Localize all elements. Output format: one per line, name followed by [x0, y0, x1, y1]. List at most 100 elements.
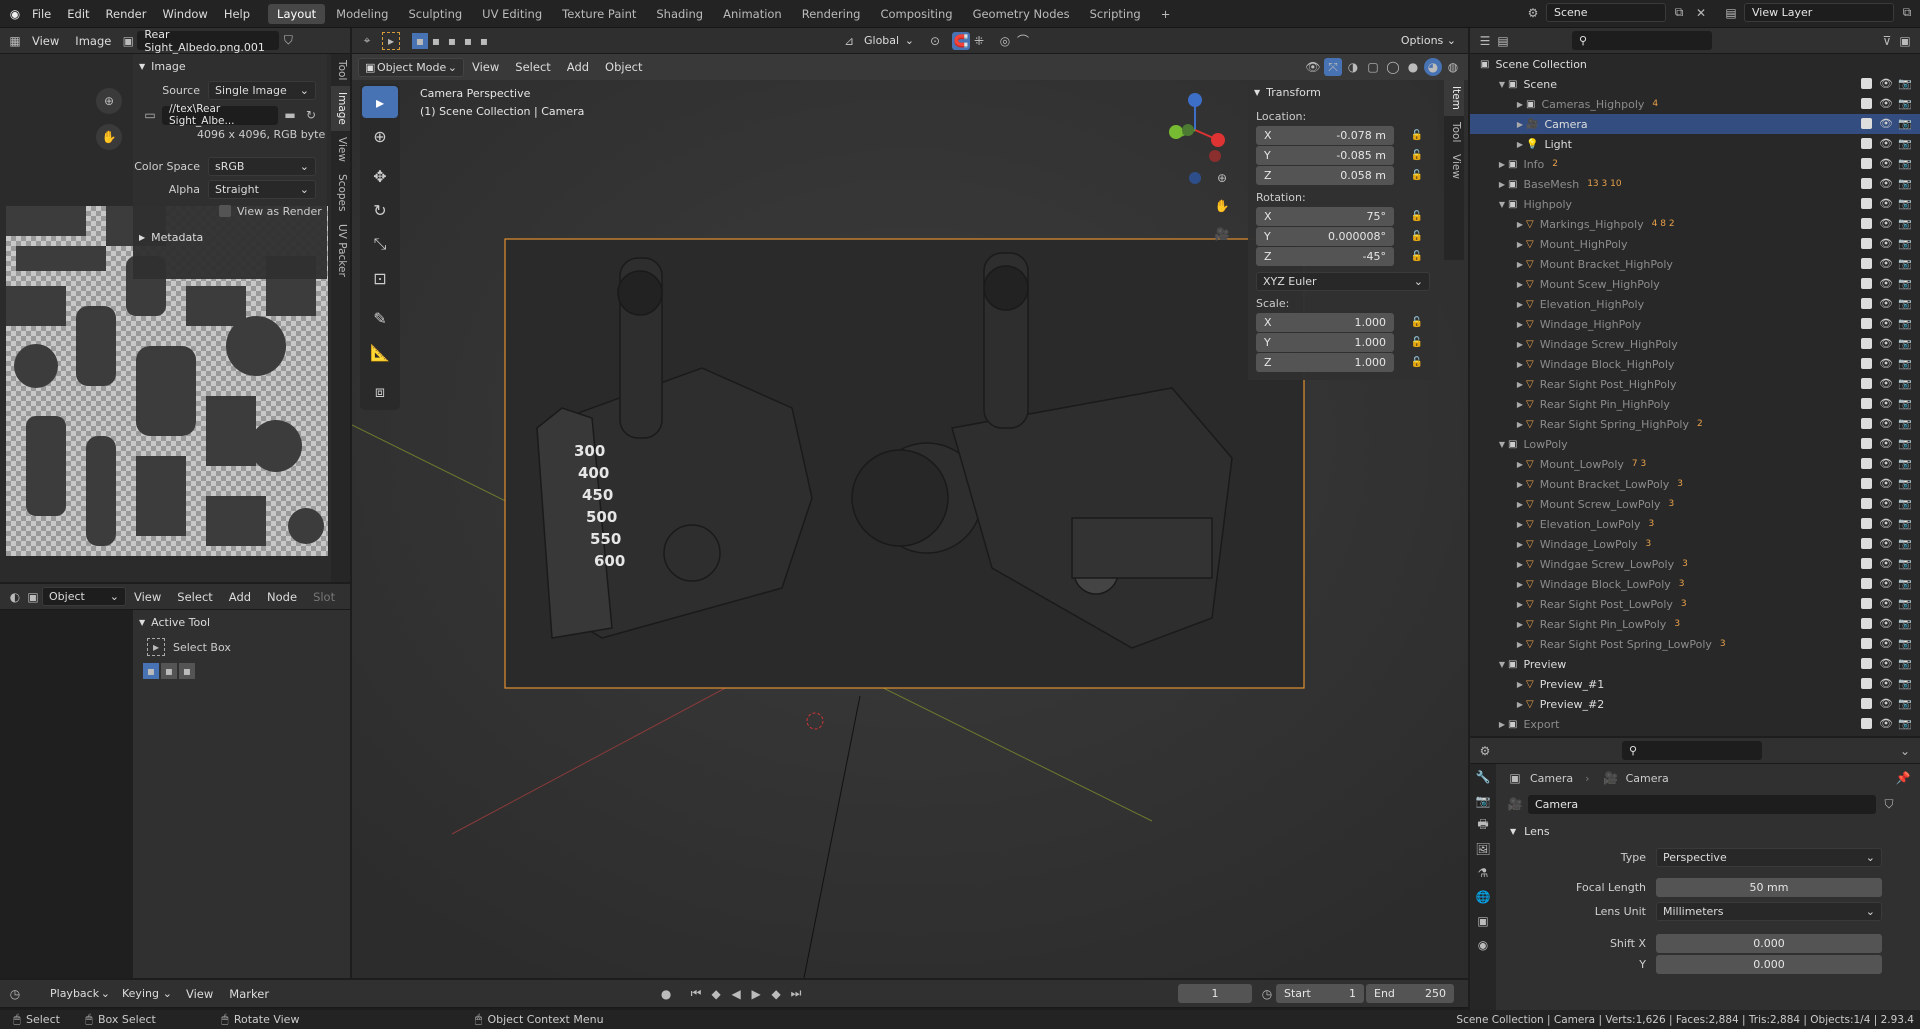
expand-right-icon[interactable]: ▶: [1514, 360, 1526, 369]
outliner-root[interactable]: ▣ Scene Collection: [1470, 54, 1920, 74]
tab-shading[interactable]: Shading: [647, 4, 712, 24]
hand-pan-icon[interactable]: ✋: [96, 124, 122, 150]
expand-down-icon[interactable]: ▼: [1496, 660, 1508, 669]
node-type-dropdown[interactable]: Object ⌄: [42, 587, 126, 606]
menu-window[interactable]: Window: [154, 7, 215, 21]
expand-down-icon[interactable]: ▼: [1496, 200, 1508, 209]
exclude-checkbox[interactable]: [1861, 698, 1872, 709]
image-panel-header[interactable]: ▼ Image: [133, 54, 327, 78]
focal-length-field[interactable]: 50 mm: [1656, 877, 1882, 897]
world-tab-icon[interactable]: 🌐: [1474, 888, 1492, 906]
eye-icon[interactable]: 👁: [1879, 537, 1893, 550]
hand-pan-icon[interactable]: ✋: [1210, 194, 1234, 218]
editor-type-icon[interactable]: ◷: [6, 985, 24, 1003]
expand-right-icon[interactable]: ▶: [1514, 680, 1526, 689]
exclude-checkbox[interactable]: [1861, 118, 1872, 129]
lock-icon[interactable]: 🔓: [1408, 333, 1426, 351]
location-y-field[interactable]: Y -0.085 m: [1256, 145, 1394, 165]
new-scene-icon[interactable]: ⧉: [1670, 4, 1688, 22]
zoom-icon[interactable]: ⊕: [1210, 166, 1234, 190]
exclude-checkbox[interactable]: [1861, 178, 1872, 189]
expand-right-icon[interactable]: ▶: [1514, 220, 1526, 229]
render-camera-icon[interactable]: 📷: [1898, 537, 1912, 550]
metadata-panel-header[interactable]: ▶ Metadata: [133, 224, 327, 250]
view-as-render-checkbox[interactable]: [219, 205, 231, 217]
render-camera-icon[interactable]: 📷: [1898, 357, 1912, 370]
current-frame-field[interactable]: 1: [1178, 984, 1252, 1003]
transform-header[interactable]: ▼ Transform: [1248, 80, 1438, 104]
display-mode-icon[interactable]: ▤: [1494, 32, 1512, 50]
lock-icon[interactable]: 🔓: [1408, 126, 1426, 144]
exclude-checkbox[interactable]: [1861, 438, 1872, 449]
tab-texture-paint[interactable]: Texture Paint: [553, 4, 645, 24]
outliner-row[interactable]: ▶ ▽ Mount_HighPoly 👁 📷: [1470, 234, 1920, 254]
render-camera-icon[interactable]: 📷: [1898, 637, 1912, 650]
menu-file[interactable]: File: [24, 7, 59, 21]
lock-icon[interactable]: 🔓: [1408, 146, 1426, 164]
outliner-row[interactable]: ▶ ▽ Mount Scew_HighPoly 👁 📷: [1470, 274, 1920, 294]
eye-icon[interactable]: 👁: [1879, 577, 1893, 590]
eye-icon[interactable]: 👁: [1879, 397, 1893, 410]
menu-render[interactable]: Render: [98, 7, 155, 21]
expand-right-icon[interactable]: ▶: [1514, 480, 1526, 489]
shift-y-field[interactable]: 0.000: [1656, 954, 1882, 974]
record-icon[interactable]: ●: [657, 985, 675, 1003]
exclude-checkbox[interactable]: [1861, 258, 1872, 269]
outliner-row[interactable]: ▶ ▽ Rear Sight Pin_HighPoly 👁 📷: [1470, 394, 1920, 414]
zoom-icon[interactable]: ⊕: [96, 88, 122, 114]
eye-icon[interactable]: 👁: [1879, 197, 1893, 210]
eye-icon[interactable]: 👁: [1879, 417, 1893, 430]
lens-unit-dropdown[interactable]: Millimeters ⌄: [1656, 901, 1882, 921]
expand-right-icon[interactable]: ▶: [1514, 700, 1526, 709]
prev-keyframe-icon[interactable]: ◆: [707, 985, 725, 1003]
expand-right-icon[interactable]: ▶: [1514, 540, 1526, 549]
lock-icon[interactable]: 🔓: [1408, 247, 1426, 265]
render-camera-icon[interactable]: 📷: [1898, 417, 1912, 430]
expand-right-icon[interactable]: ▶: [1496, 720, 1508, 729]
eye-icon[interactable]: 👁: [1879, 437, 1893, 450]
exclude-checkbox[interactable]: [1861, 358, 1872, 369]
eye-icon[interactable]: 👁: [1879, 137, 1893, 150]
outliner-row[interactable]: ▼ ▣ LowPoly 👁 📷: [1470, 434, 1920, 454]
camera-data-name-field[interactable]: Camera: [1528, 794, 1876, 814]
exclude-checkbox[interactable]: [1861, 578, 1872, 589]
side-tab-view[interactable]: View: [1444, 148, 1464, 185]
lock-icon[interactable]: 🔓: [1408, 227, 1426, 245]
render-tab-icon[interactable]: 📷: [1474, 792, 1492, 810]
render-camera-icon[interactable]: 📷: [1898, 317, 1912, 330]
next-keyframe-icon[interactable]: ◆: [767, 985, 785, 1003]
annotate-tool-icon[interactable]: ✎: [362, 302, 398, 334]
timeline-view-menu[interactable]: View: [178, 987, 221, 1001]
outliner-row[interactable]: ▶ 💡 Light 👁 📷: [1470, 134, 1920, 154]
render-camera-icon[interactable]: 📷: [1898, 617, 1912, 630]
jump-end-icon[interactable]: ⏭: [787, 985, 805, 1003]
expand-right-icon[interactable]: ▶: [1514, 320, 1526, 329]
tab-rendering[interactable]: Rendering: [793, 4, 870, 24]
exclude-checkbox[interactable]: [1861, 378, 1872, 389]
eye-icon[interactable]: 👁: [1879, 317, 1893, 330]
expand-right-icon[interactable]: ▶: [1496, 160, 1508, 169]
object-tab-icon[interactable]: ▣: [1474, 912, 1492, 930]
side-tab-uv-packer[interactable]: UV Packer: [331, 218, 350, 283]
lock-icon[interactable]: 🔓: [1408, 313, 1426, 331]
location-x-field[interactable]: X -0.078 m: [1256, 125, 1394, 145]
transform-tool-icon[interactable]: ⊡: [362, 262, 398, 294]
exclude-checkbox[interactable]: [1861, 498, 1872, 509]
play-icon[interactable]: ▶: [747, 985, 765, 1003]
render-camera-icon[interactable]: 📷: [1898, 557, 1912, 570]
outliner-row[interactable]: ▶ ▽ Mount Bracket_HighPoly 👁 📷: [1470, 254, 1920, 274]
tab-modeling[interactable]: Modeling: [327, 4, 397, 24]
add-cube-tool-icon[interactable]: ⧈: [362, 376, 398, 408]
render-camera-icon[interactable]: 📷: [1898, 197, 1912, 210]
playback-menu[interactable]: Playback ⌄: [44, 984, 116, 1003]
eye-icon[interactable]: 👁: [1879, 597, 1893, 610]
render-camera-icon[interactable]: 📷: [1898, 97, 1912, 110]
render-camera-icon[interactable]: 📷: [1898, 477, 1912, 490]
render-camera-icon[interactable]: 📷: [1898, 717, 1912, 730]
eye-icon[interactable]: 👁: [1879, 517, 1893, 530]
outliner-row[interactable]: ▶ ▽ Rear Sight Spring_HighPoly 2 👁 📷: [1470, 414, 1920, 434]
properties-search-input[interactable]: ⚲: [1622, 741, 1762, 760]
exclude-checkbox[interactable]: [1861, 278, 1872, 289]
expand-right-icon[interactable]: ▶: [1514, 620, 1526, 629]
expand-right-icon[interactable]: ▶: [1514, 600, 1526, 609]
